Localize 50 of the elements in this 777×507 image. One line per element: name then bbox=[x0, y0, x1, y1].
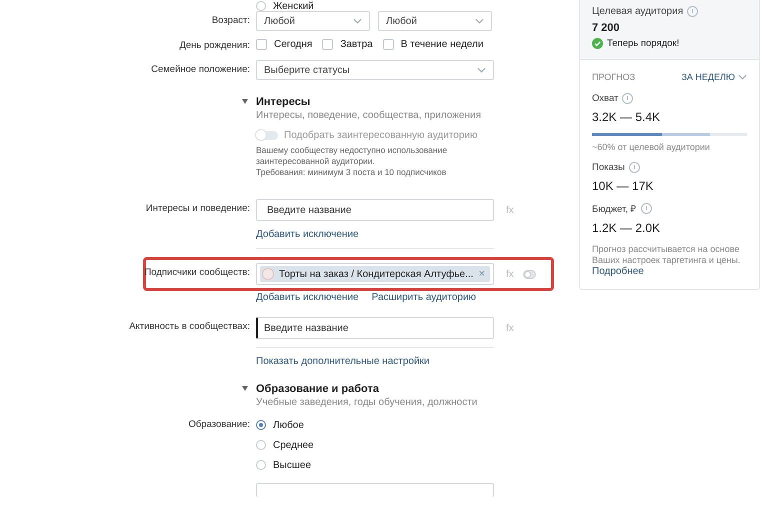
option-label: Высшее bbox=[273, 460, 312, 470]
link[interactable]: Добавить исключение bbox=[256, 292, 359, 303]
metric-value: 1.2K — 2.0K bbox=[592, 221, 662, 235]
section-subtitle: Интересы, поведение, сообщества, приложения bbox=[256, 109, 482, 123]
section-title: Интересы bbox=[256, 95, 312, 109]
status-text: Теперь порядок! bbox=[607, 38, 680, 49]
period-dropdown[interactable]: ЗА НЕДЕЛЮ bbox=[681, 72, 747, 82]
input-field[interactable]: Торты на заказ / Кондитерская Алтуфье... × bbox=[256, 263, 494, 285]
option-label: Женский bbox=[273, 0, 314, 12]
link[interactable]: Добавить исключение bbox=[256, 229, 359, 240]
section-subtitle: Учебные заведения, годы обучения, должности bbox=[256, 396, 478, 410]
metric-label: Показы bbox=[592, 162, 625, 173]
option-label: В течение недели bbox=[400, 38, 484, 50]
section-title: Образование и работа bbox=[256, 382, 380, 396]
select-field[interactable]: Выберите статусы bbox=[256, 60, 494, 80]
forecast-label: ПРОГНОЗ bbox=[592, 72, 636, 82]
field-label: Интересы и поведение: bbox=[146, 202, 250, 216]
forecast-note: Прогноз рассчитывается на основе Ваших настроек таргетинга и цены. Подробнее bbox=[592, 244, 742, 277]
hint-text: Требования: минимум 3 поста и 10 подписчиков bbox=[256, 167, 448, 178]
select-field[interactable]: Любой bbox=[256, 11, 370, 31]
field-label: Семейное положение: bbox=[151, 63, 250, 77]
input-field[interactable]: Введите название bbox=[256, 317, 494, 339]
field-label: Активность в сообществах: bbox=[129, 320, 250, 334]
tag-label: Торты на заказ / Кондитерская Алтуфье... bbox=[279, 268, 474, 280]
select-value: Выберите статусы bbox=[264, 64, 350, 76]
field-label: Возраст: bbox=[212, 14, 250, 28]
metric-value: 10K — 17K bbox=[592, 179, 654, 193]
metric-label: Охват bbox=[592, 93, 618, 104]
option-label: Любое bbox=[273, 420, 304, 430]
option-label: Сегодня bbox=[274, 38, 312, 50]
field-label: Образование: bbox=[188, 418, 250, 432]
audience-value: 7 200 bbox=[592, 22, 621, 34]
toggle-label: Подобрать заинтересованную аудиторию bbox=[284, 130, 478, 140]
hint-text: заинтересованной аудитории. bbox=[256, 156, 376, 167]
select-value: Любой bbox=[386, 16, 417, 26]
link[interactable]: Подробнее bbox=[592, 266, 644, 277]
option-label: Среднее bbox=[273, 440, 314, 450]
select-value: Любой bbox=[264, 16, 295, 26]
metric-value: 3.2K — 5.4K bbox=[592, 110, 662, 124]
audience-label: Целевая аудитория bbox=[592, 6, 684, 17]
field-label: День рождения: bbox=[179, 39, 250, 53]
link[interactable]: Расширить аудиторию bbox=[372, 292, 476, 303]
link[interactable]: Показать дополнительные настройки bbox=[256, 356, 430, 367]
option-label: Завтра bbox=[340, 38, 373, 50]
input-field[interactable]: Введите название bbox=[256, 199, 494, 221]
metric-label: Бюджет, ₽ bbox=[592, 203, 637, 215]
metric-note: ~60% от целевой аудитории bbox=[592, 142, 711, 152]
hint-text: Вашему сообществу недоступно использование bbox=[256, 145, 448, 156]
select-field[interactable]: Любой bbox=[378, 11, 492, 31]
community-tag[interactable]: Торты на заказ / Кондитерская Алтуфье... × bbox=[260, 266, 490, 282]
